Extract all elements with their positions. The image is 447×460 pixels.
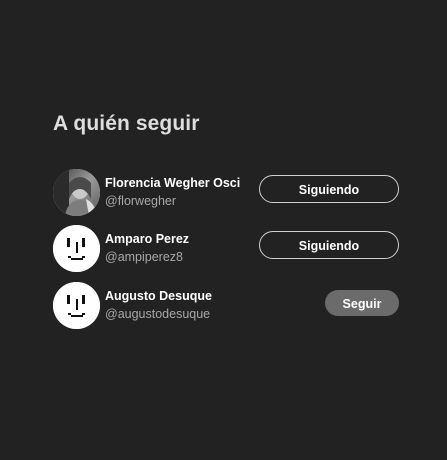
- default-face-avatar-icon[interactable]: [53, 282, 100, 329]
- avatar-photo-icon[interactable]: [53, 169, 100, 216]
- user-row-florencia[interactable]: Florencia Wegher Osci @florwegher Siguie…: [53, 169, 399, 217]
- user-handle: @ampiperez8: [105, 250, 184, 264]
- user-name[interactable]: Augusto Desuque: [105, 289, 212, 303]
- user-handle: @augustodesuque: [105, 307, 211, 321]
- section-title: A quién seguir: [53, 112, 200, 135]
- user-name[interactable]: Amparo Perez: [105, 232, 189, 246]
- user-row-amparo[interactable]: Amparo Perez @ampiperez8 Siguiendo: [53, 225, 399, 273]
- default-face-avatar-icon[interactable]: [53, 225, 100, 272]
- following-button[interactable]: Siguiendo: [259, 231, 399, 259]
- user-name[interactable]: Florencia Wegher Osci: [105, 176, 240, 190]
- following-button[interactable]: Siguiendo: [259, 175, 399, 203]
- user-row-augusto[interactable]: Augusto Desuque @augustodesuque Seguir: [53, 282, 399, 330]
- who-to-follow-panel: A quién seguir Florencia Wegher Osci @fl…: [0, 0, 447, 460]
- follow-button[interactable]: Seguir: [325, 290, 399, 316]
- user-handle: @florwegher: [105, 194, 177, 208]
